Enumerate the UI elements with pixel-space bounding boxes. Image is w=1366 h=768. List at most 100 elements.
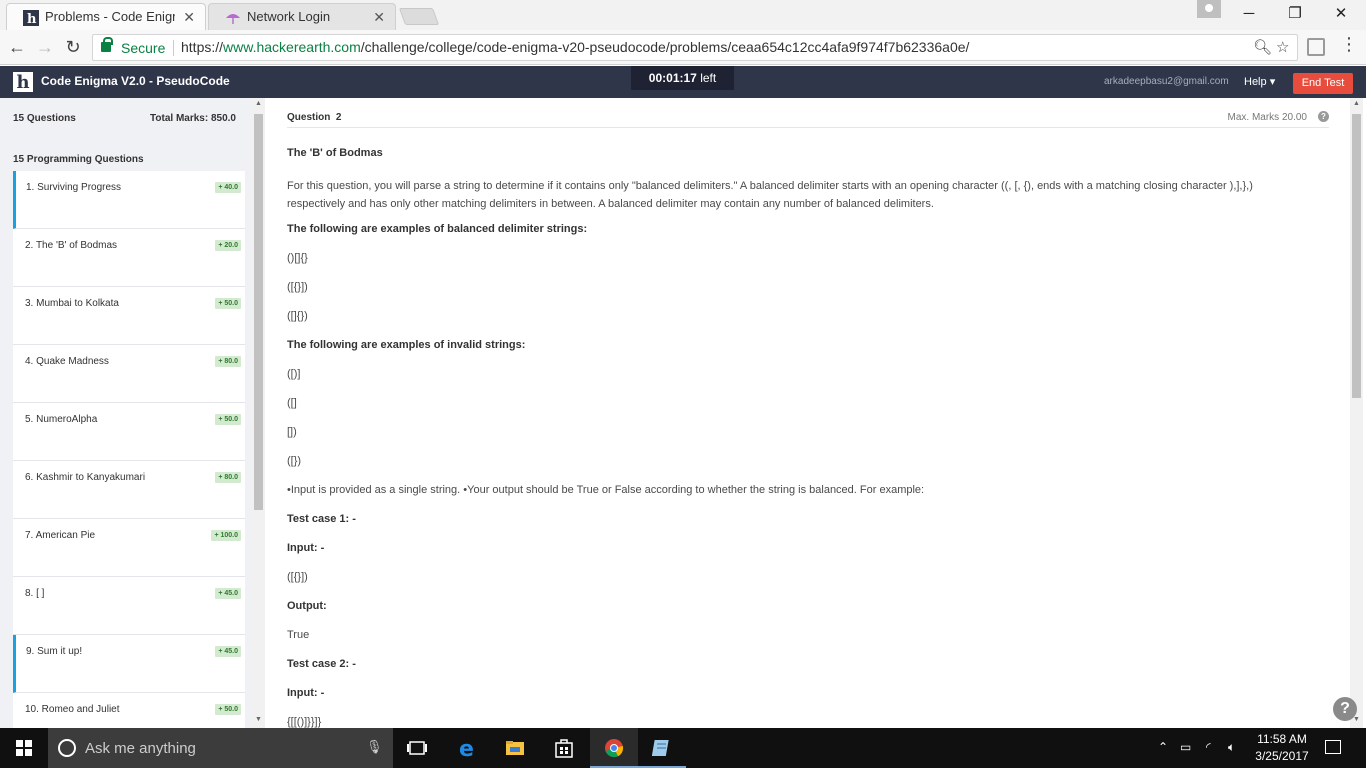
reload-icon[interactable]: ↻	[62, 35, 84, 59]
browser-toolbar: ← → ↻ Secure https://www.hackerearth.com…	[0, 30, 1366, 65]
balanced-example: ()[]{}	[287, 252, 308, 264]
question-label: 7. American Pie	[25, 530, 96, 541]
input-label: Input: -	[287, 542, 325, 554]
back-icon[interactable]: ←	[6, 35, 28, 59]
show-hidden-icons-icon[interactable]: ⌃	[1158, 740, 1168, 754]
sidebar-scroll-thumb[interactable]	[254, 114, 263, 510]
lock-icon	[101, 37, 113, 52]
start-button[interactable]	[0, 728, 48, 768]
battery-icon[interactable]: ▭	[1180, 740, 1191, 754]
browser-menu-icon[interactable]: ⋮	[1340, 34, 1358, 55]
main-scroll-thumb[interactable]	[1352, 114, 1361, 398]
profile-icon[interactable]	[1197, 0, 1221, 18]
io-note: •Input is provided as a single string. •…	[287, 484, 925, 496]
omnibox-divider	[173, 40, 174, 56]
question-number-value: 2	[335, 112, 342, 123]
help-menu[interactable]: Help ▾	[1244, 75, 1275, 88]
marks-badge: + 50.0	[215, 704, 241, 715]
zoom-icon[interactable]: 🔍︎	[1253, 38, 1272, 56]
url-text[interactable]: https://www.hackerearth.com/challenge/co…	[181, 39, 969, 55]
question-number: Question 2	[287, 112, 341, 123]
question-number-label: Question	[287, 112, 331, 123]
extension-icon[interactable]	[1307, 38, 1325, 56]
intro-line-1: For this question, you will parse a stri…	[287, 180, 1253, 192]
taskbar-clock[interactable]: 11:58 AM 3/25/2017	[1252, 731, 1312, 765]
question-item-2[interactable]: 2. The 'B' of Bodmas + 20.0	[13, 229, 245, 287]
question-panel: Question 2 Max. Marks 20.00 ? The 'B' of…	[266, 98, 1350, 728]
user-email: arkadeepbasu2@gmail.com	[1104, 76, 1229, 87]
scroll-down-icon[interactable]: ▼	[252, 714, 265, 726]
restore-icon[interactable]: ❐	[1272, 3, 1318, 25]
marks-badge: + 80.0	[215, 472, 241, 483]
question-mark-icon[interactable]: ?	[1318, 111, 1329, 122]
marks-badge: + 50.0	[215, 414, 241, 425]
task-view-icon[interactable]	[393, 728, 441, 768]
question-count: 15 Questions	[13, 113, 76, 124]
tab-title: Network Login	[247, 9, 331, 24]
question-list: 1. Surviving Progress + 40.0 2. The 'B' o…	[13, 171, 245, 728]
question-sidebar: 15 Questions Total Marks: 850.0 15 Progr…	[0, 98, 252, 728]
scroll-up-icon[interactable]: ▲	[252, 98, 265, 110]
timer-suffix: left	[700, 71, 717, 85]
bookmark-star-icon[interactable]: ☆	[1276, 38, 1289, 56]
end-test-button[interactable]: End Test	[1293, 73, 1353, 94]
question-label: 8. [ ]	[25, 588, 45, 599]
minimize-icon[interactable]: ─	[1226, 3, 1272, 25]
question-label: 3. Mumbai to Kolkata	[25, 298, 119, 309]
problem-title: The 'B' of Bodmas	[287, 147, 383, 159]
svg-text:h: h	[27, 12, 37, 26]
forward-icon[interactable]: →	[34, 35, 56, 59]
windows-logo-icon	[16, 740, 32, 756]
question-label: 1. Surviving Progress	[26, 182, 122, 193]
microphone-icon[interactable]: 🎙︎	[366, 739, 383, 755]
umbrella-icon	[226, 14, 240, 24]
question-item-6[interactable]: 6. Kashmir to Kanyakumari + 80.0	[13, 461, 245, 519]
tab-problems[interactable]: h Problems - Code Enigma ✕	[6, 3, 206, 30]
edge-icon[interactable]: e	[443, 728, 491, 768]
store-icon[interactable]	[540, 728, 588, 768]
invalid-heading: The following are examples of invalid st…	[287, 339, 526, 351]
scroll-up-icon[interactable]: ▲	[1350, 98, 1363, 110]
question-label: 9. Sum it up!	[26, 646, 83, 657]
question-item-1[interactable]: 1. Surviving Progress + 40.0	[13, 171, 245, 229]
new-tab-button[interactable]	[398, 8, 440, 25]
countdown-timer: 00:01:17 left	[631, 66, 734, 90]
taskbar-search[interactable]: Ask me anything 🎙︎	[48, 728, 393, 768]
programming-group-label: 15 Programming Questions	[13, 154, 144, 165]
hackerearth-logo[interactable]: h	[13, 72, 33, 93]
file-explorer-icon[interactable]	[491, 728, 539, 768]
sidebar-scrollbar[interactable]: ▲ ▼	[252, 98, 265, 728]
question-header: Question 2 Max. Marks 20.00 ?	[287, 111, 1329, 128]
search-placeholder: Ask me anything	[85, 740, 196, 757]
volume-icon[interactable]: 🔈︎	[1228, 740, 1235, 755]
url-path: /challenge/college/code-enigma-v20-pseud…	[360, 39, 970, 55]
max-marks: Max. Marks 20.00	[1227, 112, 1307, 123]
invalid-example: ([]	[287, 397, 297, 409]
help-bubble-icon[interactable]: ?	[1333, 697, 1357, 721]
marks-badge: + 45.0	[215, 646, 241, 657]
close-tab-icon[interactable]: ✕	[183, 4, 195, 30]
tab-network-login[interactable]: Network Login ✕	[208, 3, 396, 30]
action-center-icon[interactable]	[1325, 740, 1341, 754]
tab-strip: h Problems - Code Enigma ✕ Network Login…	[0, 0, 1366, 30]
wifi-icon[interactable]: ◜	[1206, 740, 1211, 754]
question-item-9[interactable]: 9. Sum it up! + 45.0	[13, 635, 245, 693]
question-item-5[interactable]: 5. NumeroAlpha + 50.0	[13, 403, 245, 461]
close-tab-icon[interactable]: ✕	[373, 4, 385, 30]
notepad-app-icon[interactable]	[638, 728, 686, 768]
chrome-icon[interactable]	[590, 728, 638, 768]
question-item-4[interactable]: 4. Quake Madness + 80.0	[13, 345, 245, 403]
marks-badge: + 40.0	[215, 182, 241, 193]
main-scrollbar[interactable]: ▲ ▼	[1350, 98, 1363, 728]
clock-date: 3/25/2017	[1255, 749, 1309, 763]
close-window-icon[interactable]: ✕	[1318, 3, 1364, 25]
question-item-7[interactable]: 7. American Pie + 100.0	[13, 519, 245, 577]
address-bar[interactable]: Secure https://www.hackerearth.com/chall…	[92, 34, 1298, 61]
problem-statement: The 'B' of Bodmas For this question, you…	[287, 147, 1307, 728]
question-item-10[interactable]: 10. Romeo and Juliet + 50.0	[13, 693, 245, 728]
question-label: 2. The 'B' of Bodmas	[25, 240, 118, 251]
question-item-8[interactable]: 8. [ ] + 45.0	[13, 577, 245, 635]
balanced-heading: The following are examples of balanced d…	[287, 223, 588, 235]
question-item-3[interactable]: 3. Mumbai to Kolkata + 50.0	[13, 287, 245, 345]
test-case-1-output: True	[287, 629, 310, 641]
